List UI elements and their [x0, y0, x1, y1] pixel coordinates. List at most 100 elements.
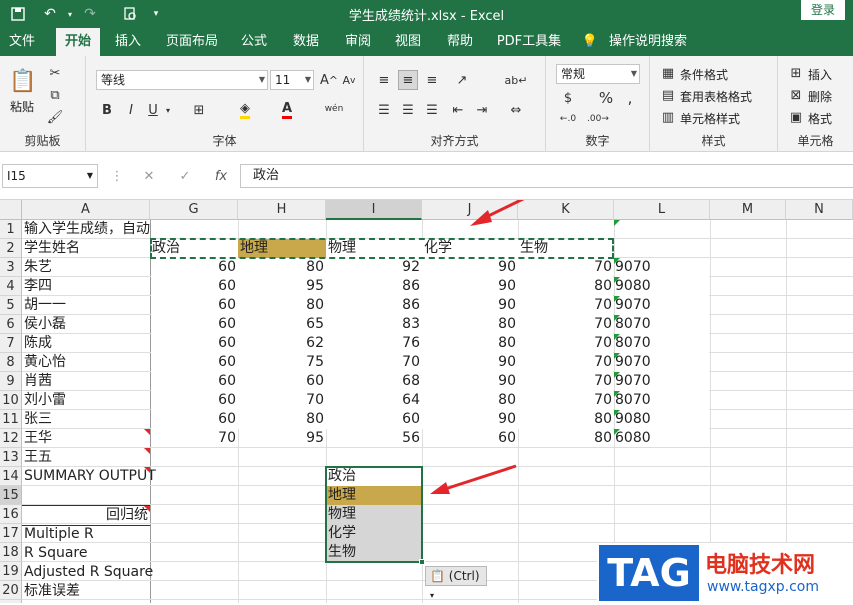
- cell-student-name[interactable]: 侯小磊: [22, 315, 68, 334]
- table-cell[interactable]: 60: [150, 353, 238, 372]
- table-cell[interactable]: 68: [326, 372, 422, 391]
- tab-data[interactable]: 数据: [286, 28, 326, 56]
- align-center-icon[interactable]: ☰: [398, 100, 418, 120]
- cell-student-name[interactable]: 李四: [22, 277, 54, 296]
- row-header[interactable]: 16: [0, 505, 22, 524]
- table-cell[interactable]: 80: [518, 410, 614, 429]
- align-right-icon[interactable]: ☰: [422, 100, 442, 120]
- table-cell[interactable]: 70: [326, 353, 422, 372]
- table-cell[interactable]: 90: [422, 277, 518, 296]
- name-box[interactable]: I15 ▼: [2, 164, 98, 188]
- row-header[interactable]: 1: [0, 220, 22, 239]
- table-cell[interactable]: 60: [150, 296, 238, 315]
- font-size-select[interactable]: 11 ▼: [270, 70, 314, 90]
- phonetic-guide-button[interactable]: wén: [322, 98, 346, 120]
- table-cell[interactable]: 90: [422, 296, 518, 315]
- row-header[interactable]: 19: [0, 562, 22, 581]
- decrease-indent-icon[interactable]: ⇤: [448, 100, 468, 120]
- login-button[interactable]: 登录: [801, 0, 845, 20]
- cancel-icon[interactable]: ✕: [140, 166, 158, 186]
- table-cell[interactable]: 60: [238, 372, 326, 391]
- row-header[interactable]: 9: [0, 372, 22, 391]
- bold-button[interactable]: B: [98, 100, 116, 120]
- table-cell[interactable]: 86: [326, 277, 422, 296]
- paste-options-button[interactable]: 📋 (Ctrl) ▾: [425, 566, 487, 600]
- save-icon[interactable]: [8, 4, 28, 24]
- row-header[interactable]: 4: [0, 277, 22, 296]
- paste-icon[interactable]: 📋: [8, 66, 38, 96]
- customize-quick-access-icon[interactable]: ▾: [146, 4, 166, 24]
- select-all-corner[interactable]: [0, 200, 22, 220]
- font-name-select[interactable]: 等线 ▼: [96, 70, 268, 90]
- column-header-n[interactable]: N: [786, 200, 853, 220]
- cell-student-name[interactable]: 胡一一: [22, 296, 68, 315]
- format-cells-button[interactable]: 格式: [808, 110, 832, 127]
- table-cell[interactable]: 75: [238, 353, 326, 372]
- cell-a21[interactable]: 标准误差: [22, 582, 82, 601]
- table-cell[interactable]: 64: [326, 391, 422, 410]
- tab-page-layout[interactable]: 页面布局: [160, 28, 224, 56]
- tab-insert[interactable]: 插入: [108, 28, 148, 56]
- cell-student-name[interactable]: 陈成: [22, 334, 54, 353]
- table-cell[interactable]: 60: [150, 258, 238, 277]
- table-cell[interactable]: 70: [518, 391, 614, 410]
- align-middle-icon[interactable]: ≡: [398, 70, 418, 90]
- table-cell[interactable]: 60: [150, 277, 238, 296]
- fill-handle[interactable]: [419, 559, 425, 565]
- tell-me-search[interactable]: 操作说明搜索: [604, 28, 692, 56]
- tab-view[interactable]: 视图: [388, 28, 428, 56]
- column-header-m[interactable]: M: [710, 200, 786, 220]
- cell-a18[interactable]: Multiple R: [22, 525, 96, 544]
- cell-student-name[interactable]: 肖茜: [22, 372, 54, 391]
- table-cell[interactable]: 83: [326, 315, 422, 334]
- undo-dropdown-icon[interactable]: ▾: [60, 4, 80, 24]
- font-color-icon[interactable]: A: [278, 100, 296, 120]
- tab-file[interactable]: 文件: [2, 28, 42, 56]
- cell-a17[interactable]: 回归统: [22, 506, 148, 525]
- merge-center-icon[interactable]: ⇔: [506, 100, 526, 120]
- row-header[interactable]: 13: [0, 448, 22, 467]
- cell-a19[interactable]: R Square: [22, 544, 89, 563]
- fill-color-icon[interactable]: ◈: [236, 100, 254, 120]
- table-cell[interactable]: 90: [422, 353, 518, 372]
- cell-student-name[interactable]: 刘小雷: [22, 391, 68, 410]
- column-header-a[interactable]: A: [22, 200, 150, 220]
- row-header[interactable]: 20: [0, 581, 22, 600]
- table-cell[interactable]: 86: [326, 296, 422, 315]
- comma-style-icon[interactable]: ,: [620, 88, 640, 108]
- table-cell[interactable]: 70: [518, 334, 614, 353]
- table-cell[interactable]: 80: [422, 315, 518, 334]
- tab-formulas[interactable]: 公式: [234, 28, 274, 56]
- row-header[interactable]: 17: [0, 524, 22, 543]
- cell-a1[interactable]: 输入学生成绩，自动: [22, 220, 150, 239]
- insert-function-button[interactable]: fx: [210, 166, 232, 186]
- tab-review[interactable]: 审阅: [338, 28, 378, 56]
- cut-icon[interactable]: ✂: [46, 64, 64, 82]
- column-header-h[interactable]: H: [238, 200, 326, 220]
- increase-font-icon[interactable]: A ^: [320, 70, 338, 90]
- conditional-format-button[interactable]: 条件格式: [680, 66, 728, 83]
- table-cell[interactable]: 60: [150, 315, 238, 334]
- format-painter-icon[interactable]: 🖌: [46, 108, 64, 126]
- column-header-g[interactable]: G: [150, 200, 238, 220]
- print-preview-icon[interactable]: [120, 4, 140, 24]
- table-cell[interactable]: 70: [518, 258, 614, 277]
- tab-help[interactable]: 帮助: [440, 28, 480, 56]
- tab-home[interactable]: 开始: [56, 28, 100, 56]
- border-icon[interactable]: ⊞: [190, 100, 208, 120]
- table-cell[interactable]: 80: [238, 410, 326, 429]
- row-header[interactable]: 8: [0, 353, 22, 372]
- underline-button[interactable]: U: [144, 100, 162, 120]
- cell-styles-button[interactable]: 单元格样式: [680, 110, 740, 127]
- cell-student-name[interactable]: 王华: [22, 429, 54, 448]
- table-cell[interactable]: 70: [518, 372, 614, 391]
- table-cell[interactable]: 80: [422, 391, 518, 410]
- table-cell[interactable]: 70: [518, 315, 614, 334]
- insert-cells-button[interactable]: 插入: [808, 66, 832, 83]
- wrap-text-icon[interactable]: ab↵: [505, 70, 528, 90]
- row-header[interactable]: 10: [0, 391, 22, 410]
- tab-pdf-tools[interactable]: PDF工具集: [492, 28, 566, 56]
- table-cell[interactable]: 70: [238, 391, 326, 410]
- underline-dropdown-icon[interactable]: ▾: [162, 100, 174, 120]
- table-cell[interactable]: 56: [326, 429, 422, 448]
